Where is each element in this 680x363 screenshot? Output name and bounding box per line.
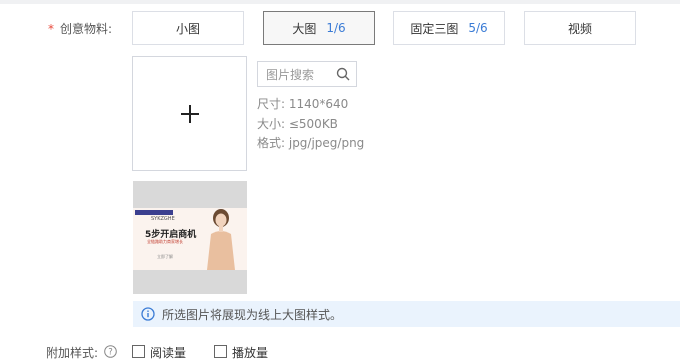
info-icon [141, 307, 155, 321]
ad-cta: 立即了解 [157, 254, 173, 259]
ad-creative-image: SYKZGHE 5步开启商机 全链路助力商家增长 立即了解 [133, 208, 247, 270]
tab-video[interactable]: 视频 [524, 11, 636, 45]
play-count-checkbox[interactable] [214, 345, 227, 358]
required-mark: * [48, 22, 54, 36]
tab-count: 5/6 [468, 21, 488, 35]
notice-text: 所选图片将展现为线上大图样式。 [162, 307, 343, 322]
search-icon[interactable] [336, 67, 350, 81]
play-count-label: 播放量 [232, 346, 269, 360]
svg-text:?: ? [108, 348, 113, 358]
search-placeholder: 图片搜索 [266, 67, 315, 82]
top-divider [0, 0, 680, 4]
image-search-input[interactable]: 图片搜索 [257, 61, 357, 87]
info-notice: 所选图片将展现为线上大图样式。 [133, 301, 680, 327]
creative-material-label: 创意物料: [60, 22, 113, 36]
brand-bar [135, 210, 173, 215]
extra-style-label: 附加样式: [46, 346, 99, 360]
tab-fixed-three-images[interactable]: 固定三图 5/6 [393, 11, 505, 45]
tab-label: 固定三图 [410, 21, 459, 36]
plus-icon [180, 104, 199, 123]
tab-small-image[interactable]: 小图 [132, 11, 244, 45]
tab-large-image[interactable]: 大图 1/6 [263, 11, 375, 45]
ad-subline: 全链路助力商家增长 [147, 239, 183, 244]
spec-filesize: 大小: ≤500KB [257, 117, 338, 131]
read-count-label: 阅读量 [150, 346, 187, 360]
selected-image-thumbnail[interactable]: SYKZGHE 5步开启商机 全链路助力商家增长 立即了解 [133, 181, 247, 294]
tab-label: 视频 [567, 21, 592, 36]
upload-image-button[interactable] [132, 56, 247, 171]
question-icon[interactable]: ? [104, 345, 117, 358]
spec-format: 格式: jpg/jpeg/png [257, 136, 365, 150]
tab-label: 大图 [292, 21, 317, 36]
tab-count: 1/6 [326, 21, 346, 35]
read-count-checkbox[interactable] [132, 345, 145, 358]
tab-label: 小图 [175, 21, 200, 36]
spec-size: 尺寸: 1140*640 [257, 97, 349, 111]
ad-brand: SYKZGHE [151, 216, 175, 222]
model-figure [207, 209, 235, 270]
